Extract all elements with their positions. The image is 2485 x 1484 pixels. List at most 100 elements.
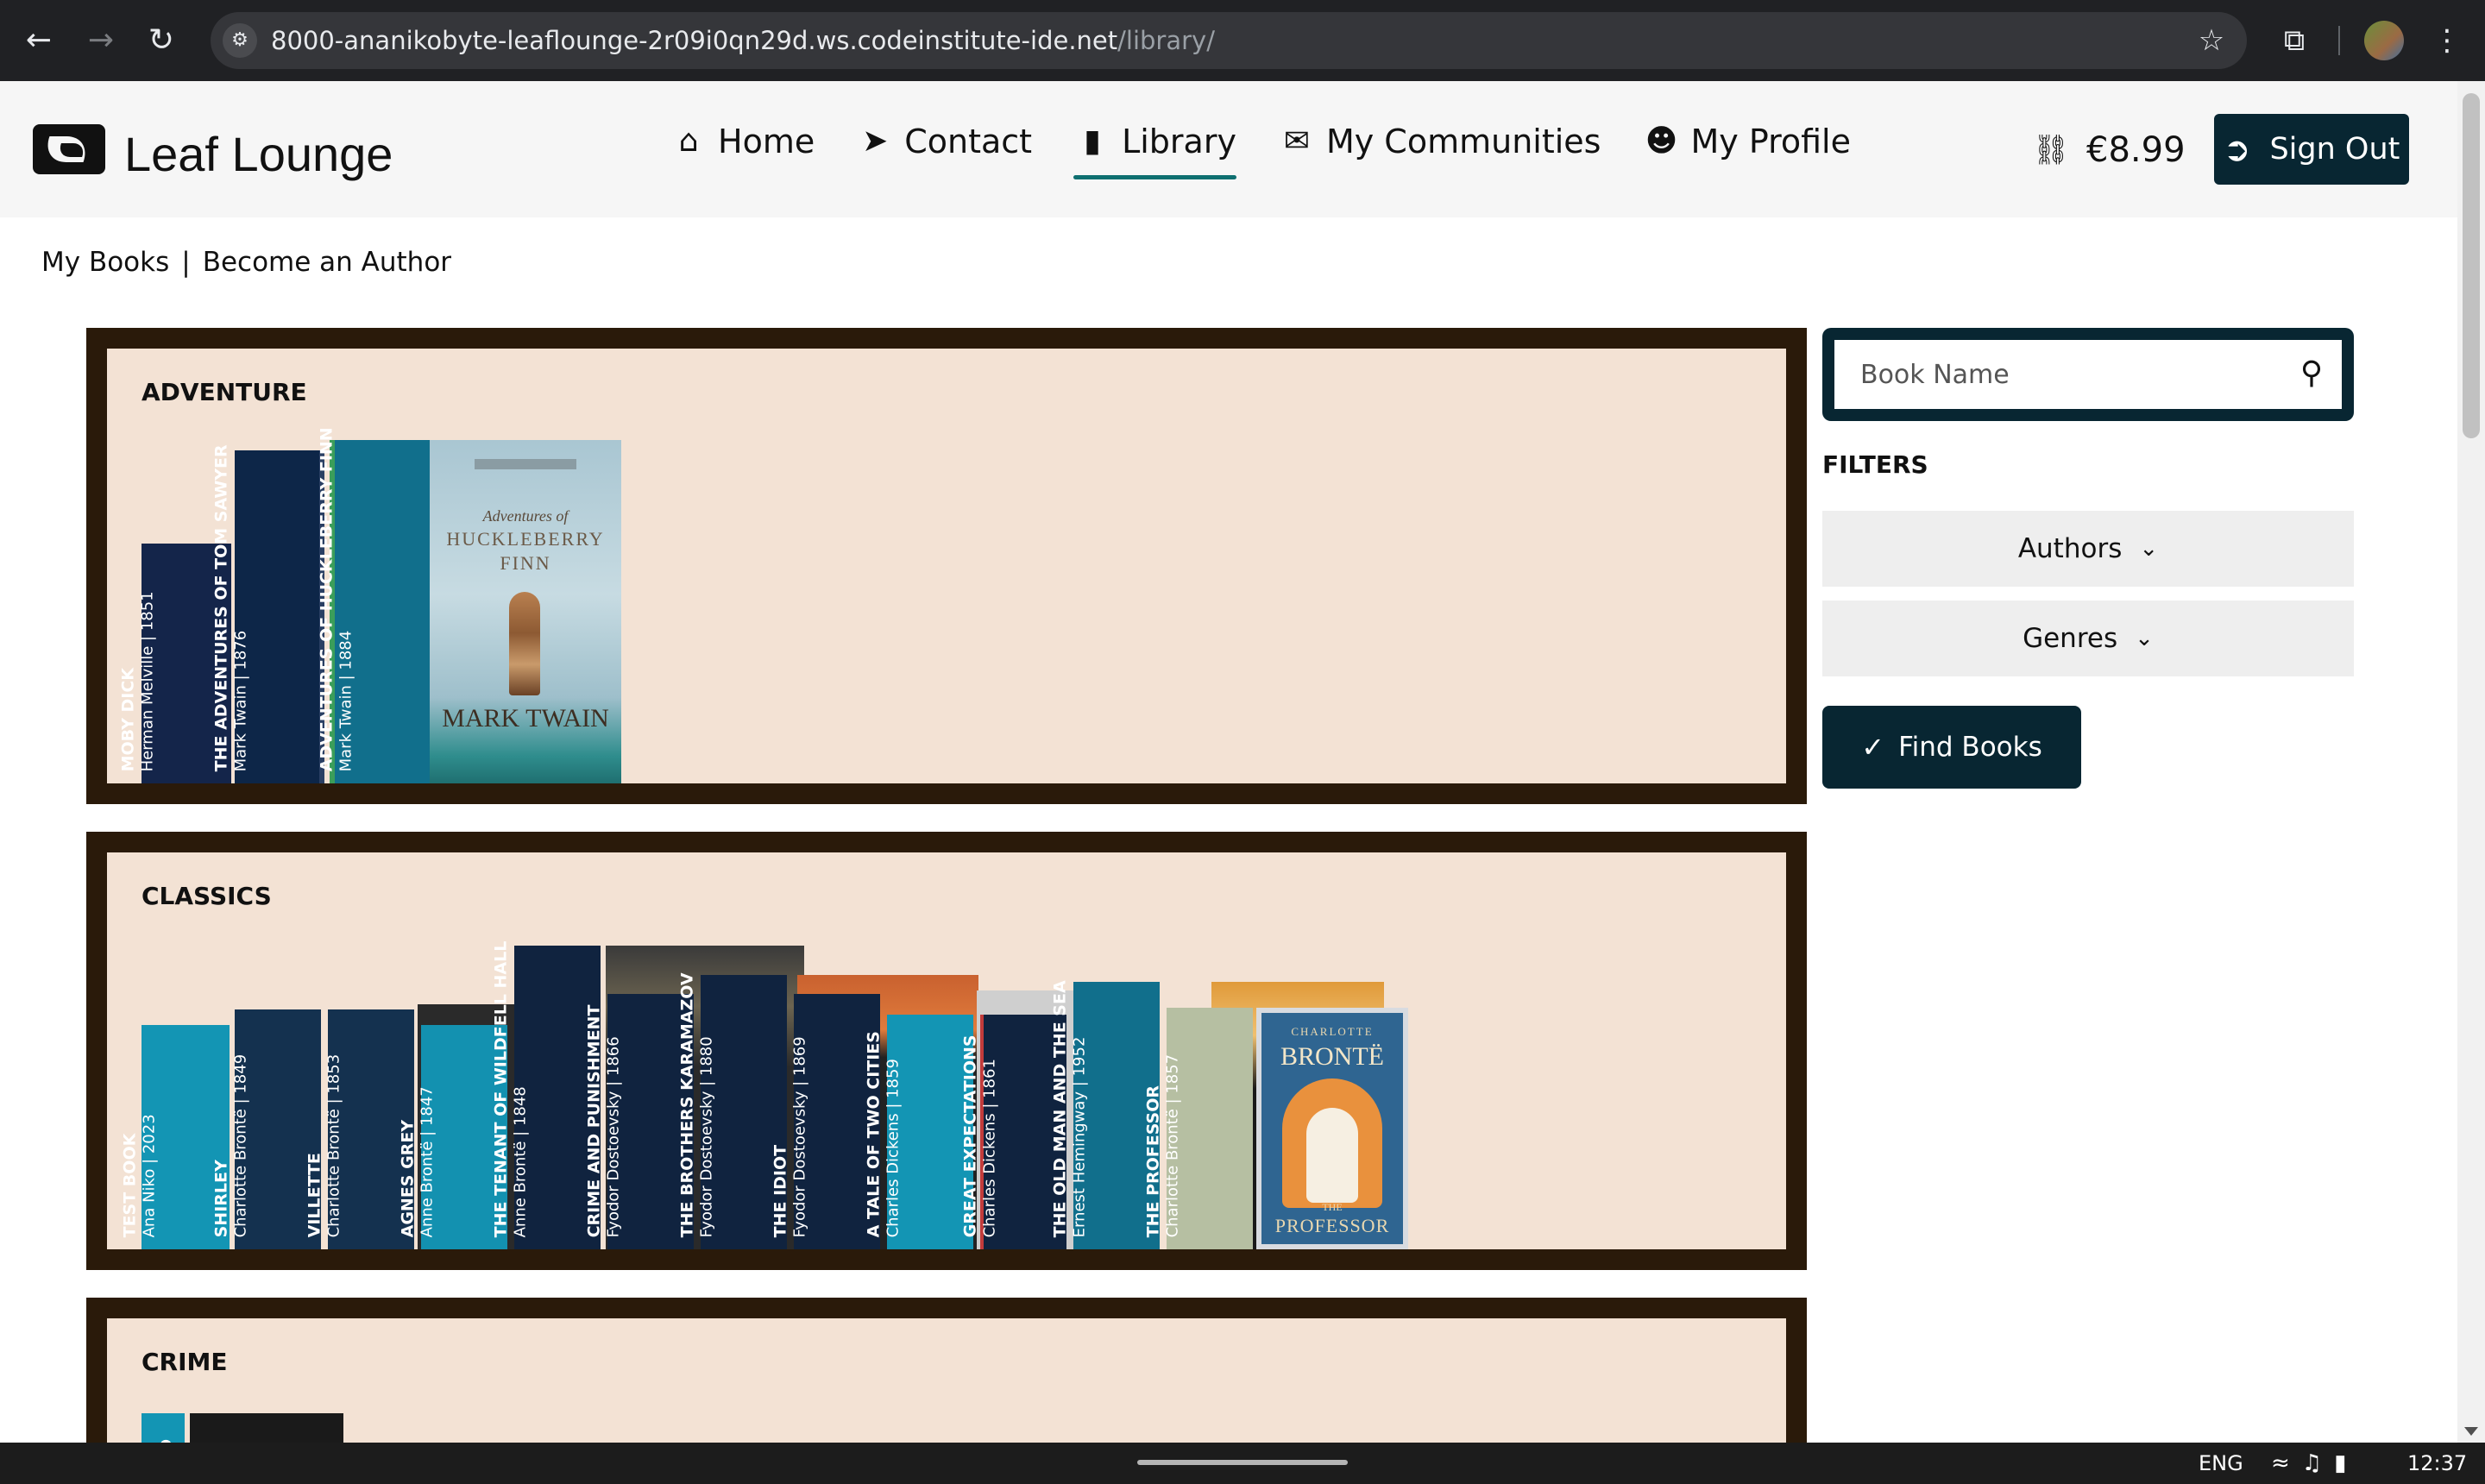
book-title: THE OLD MAN AND THE SEA [1050, 979, 1070, 1237]
address-bar[interactable]: ⚙ 8000-ananikobyte-leaflounge-2r09i0qn29… [211, 12, 2247, 69]
book-meta: Charles Dickens | 1861 [980, 1058, 999, 1237]
nav-home[interactable]: ⌂ Home [670, 116, 815, 167]
genres-dropdown[interactable]: Genres ⌄ [1822, 601, 2354, 676]
check-icon: ✓ [1861, 731, 1885, 764]
find-books-button[interactable]: ✓ Find Books [1822, 706, 2081, 789]
forward-icon[interactable]: → [81, 21, 121, 60]
book-spine[interactable]: ADVENTURES OF HUCKLEBERRY FINN Mark Twain… [318, 427, 430, 783]
book-title: THE ADVENTURES OF TOM SAWYER [211, 443, 231, 771]
book-row: TEST BOOK Ana Niko | 2023 SHIRLEY Charlott… [121, 904, 1436, 1249]
book-title: GREAT EXPECTATIONS [960, 1034, 980, 1237]
paper-plane-icon: ➤ [862, 123, 889, 159]
page-scrollbar[interactable] [2457, 81, 2485, 1443]
chevron-down-icon: ⌄ [2135, 626, 2154, 651]
become-author-link[interactable]: Become an Author [203, 247, 451, 278]
battery-icon: ▮ [2334, 1450, 2359, 1476]
filters-title: FILTERS [1822, 450, 1928, 479]
library-subnav: My Books | Become an Author [41, 247, 451, 278]
home-icon: ⌂ [678, 123, 699, 159]
language-indicator[interactable]: ENG [2199, 1448, 2243, 1479]
book-meta: Fyodor Dostoevsky | 1869 [790, 1035, 809, 1237]
cover-title-2: FINN [500, 552, 551, 574]
book-meta: Charles Dickens | 1859 [884, 1058, 903, 1237]
clock[interactable]: 12:37 [2407, 1448, 2467, 1479]
search-icon[interactable]: ⚲ [2290, 352, 2333, 395]
cover-banner [475, 459, 576, 469]
cover-subtitle: CHARLOTTE [1291, 1025, 1374, 1038]
scrollbar-thumb[interactable] [2463, 93, 2480, 438]
book-meta: Anne Brontë | 1847 [418, 1085, 437, 1237]
genres-label: Genres [2023, 623, 2118, 654]
chevron-down-icon: ⌄ [2139, 536, 2159, 562]
sign-out-icon: ➲ [2223, 130, 2251, 168]
system-tray[interactable]: ≈♫▮ [2271, 1448, 2358, 1479]
reload-icon[interactable]: ↻ [142, 21, 181, 60]
book-title: VILLETTE [305, 1152, 324, 1237]
search-box: ⚲ [1822, 328, 2354, 421]
cover-figure [1306, 1108, 1358, 1203]
nav-library-label: Library [1122, 123, 1236, 160]
book-meta: Ernest Hemingway | 1952 [1070, 1036, 1089, 1237]
genre-title: CRIME [142, 1348, 228, 1376]
browser-toolbar: ← → ↻ ⚙ 8000-ananikobyte-leaflounge-2r09… [0, 0, 2485, 81]
site-header: Leaf Lounge ⌂ Home ➤ Contact ▮ Library ✉… [0, 81, 2457, 217]
nav-profile[interactable]: ☻ My Profile [1642, 116, 1851, 167]
os-taskbar: ENG ≈♫▮ 12:37 [0, 1443, 2485, 1484]
brand-name: Leaf Lounge [124, 127, 393, 181]
cover-author: MARK TWAIN [442, 704, 609, 733]
main-nav: ⌂ Home ➤ Contact ▮ Library ✉ My Communit… [670, 116, 1892, 179]
url-text[interactable]: 8000-ananikobyte-leaflounge-2r09i0qn29d.… [271, 12, 1215, 69]
nav-contact[interactable]: ➤ Contact [856, 116, 1032, 167]
url-path: /library/ [1117, 26, 1215, 55]
book-spine[interactable]: THE PROFESSOR Charlotte Brontë | 1857 [1144, 1008, 1253, 1249]
book-title: A TALE OF TWO CITIES [864, 1030, 884, 1237]
cover-figure [509, 592, 540, 695]
subnav-separator: | [181, 247, 191, 278]
book-meta: Charlotte Brontë | 1857 [1163, 1053, 1182, 1237]
nav-profile-label: My Profile [1690, 123, 1851, 160]
leaf-logo-icon [33, 124, 105, 174]
book-title: CRIME AND PUNISHMENT [584, 1004, 604, 1237]
profile-avatar[interactable] [2364, 21, 2404, 60]
back-icon[interactable]: ← [19, 21, 59, 60]
book-title: THE IDIOT [771, 1144, 790, 1237]
bookmark-star-icon[interactable]: ☆ [2192, 21, 2231, 60]
browser-menu-icon[interactable]: ⋮ [2430, 19, 2464, 62]
search-input[interactable] [1834, 340, 2342, 409]
nav-library[interactable]: ▮ Library [1073, 116, 1236, 179]
authors-dropdown[interactable]: Authors ⌄ [1822, 511, 2354, 587]
nav-communities[interactable]: ✉ My Communities [1278, 116, 1601, 167]
extensions-icon[interactable]: ⧉ [2273, 19, 2316, 62]
book-meta: Herman Melville | 1851 [138, 590, 157, 771]
taskbar-handle[interactable] [1137, 1460, 1348, 1465]
sign-out-button[interactable]: ➲ Sign Out [2214, 114, 2409, 185]
user-icon: ☻ [1645, 123, 1678, 159]
book-spine[interactable]: THE ADVENTURES OF TOM SAWYER Mark Twain |… [212, 444, 324, 783]
book-cover-the-professor[interactable]: CHARLOTTE BRONTË THE PROFESSOR [1256, 1008, 1408, 1249]
cover-title-2: THE [1322, 1201, 1343, 1213]
sign-out-label: Sign Out [2269, 132, 2400, 167]
cart-link[interactable]: ⛓ €8.99 [2028, 126, 2186, 174]
nav-contact-label: Contact [904, 123, 1033, 160]
volume-icon: ♫ [2301, 1450, 2335, 1476]
cover-author: PROFESSOR [1274, 1215, 1390, 1236]
my-books-link[interactable]: My Books [41, 247, 169, 278]
shelf-classics: CLASSICS TEST BOOK Ana Niko | 2023 SHIRLE… [86, 832, 1807, 1270]
book-meta: Charlotte Brontë | 1849 [231, 1053, 250, 1237]
book-row: MOBY DICK Herman Melville | 1851 THE ADVE… [119, 427, 659, 783]
basket-icon: ⛓ [2032, 133, 2070, 167]
book-cover-huckleberry-finn[interactable]: Adventures of HUCKLEBERRY FINN MARK TWAI… [430, 440, 621, 783]
nav-communities-label: My Communities [1325, 123, 1601, 160]
cart-total: €8.99 [2086, 130, 2186, 170]
book-title: SHIRLEY [211, 1159, 231, 1237]
site-info-icon[interactable]: ⚙ [223, 23, 257, 58]
book-icon: ▮ [1084, 123, 1101, 159]
book-title: THE PROFESSOR [1143, 1085, 1163, 1237]
toolbar-divider [2338, 26, 2340, 55]
book-meta: Anne Brontë | 1848 [511, 1085, 530, 1237]
book-title: AGNES GREY [398, 1119, 418, 1237]
wifi-icon: ≈ [2271, 1450, 2302, 1476]
book-title: THE TENANT OF WILDFELL HALL [491, 940, 511, 1237]
cover-title: HUCKLEBERRY [446, 528, 605, 550]
scroll-down-arrow-icon[interactable] [2464, 1427, 2478, 1436]
